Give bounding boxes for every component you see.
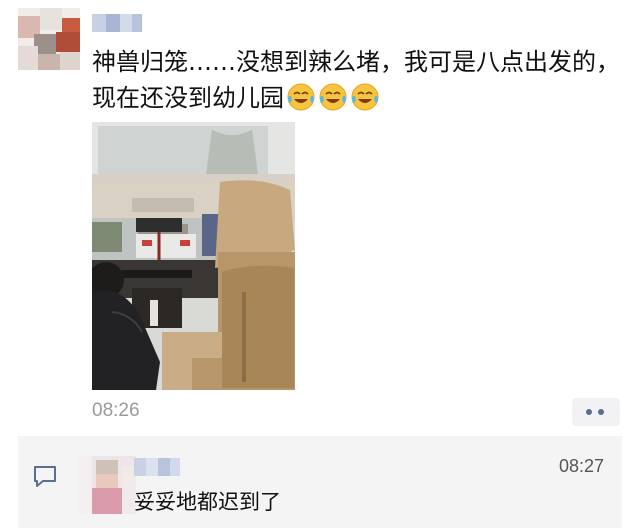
comment-timestamp: 08:27 — [558, 456, 604, 476]
post-photo[interactable] — [92, 122, 295, 390]
comment-section: 08:27 妥妥地都迟到了 — [18, 436, 622, 528]
dot-icon — [586, 409, 592, 415]
car-interior-photo — [92, 122, 295, 390]
laughing-crying-emoji-icon — [351, 83, 379, 111]
dot-icon — [598, 409, 604, 415]
comment-icon — [34, 466, 56, 487]
laughing-crying-emoji-icon — [319, 83, 347, 111]
comment-text: 妥妥地都迟到了 — [134, 490, 281, 514]
post-timestamp: 08:26 — [92, 400, 140, 421]
poster-name-blurred[interactable] — [92, 14, 142, 32]
commenter-name-blurred[interactable] — [134, 458, 180, 476]
post-text: 神兽归笼……没想到辣么堵，我可是八点出发的，现在还没到幼儿园 — [92, 44, 622, 122]
more-options-button[interactable] — [572, 398, 620, 426]
emoji-row — [284, 82, 380, 122]
poster-avatar[interactable] — [18, 8, 80, 70]
commenter-avatar[interactable] — [78, 456, 136, 514]
laughing-crying-emoji-icon — [287, 83, 315, 111]
